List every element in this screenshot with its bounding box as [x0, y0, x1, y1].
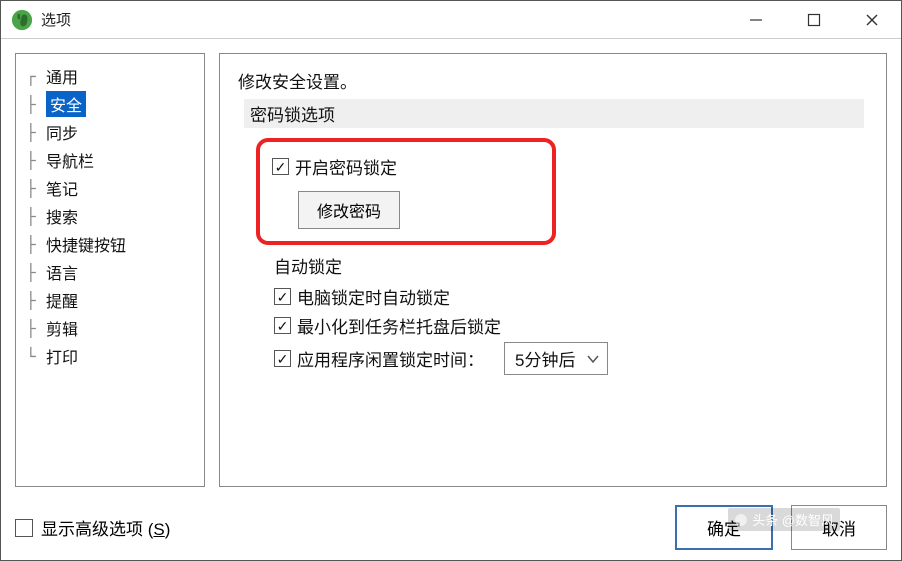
- enable-password-lock-label: 开启密码锁定: [295, 154, 397, 179]
- section-password-title: 密码锁选项: [244, 99, 864, 128]
- sidebar-item-notes[interactable]: ├笔记: [26, 174, 200, 202]
- auto-lock-heading: 自动锁定: [274, 253, 868, 278]
- close-button[interactable]: [843, 1, 901, 38]
- sidebar-item-sync[interactable]: ├同步: [26, 118, 200, 146]
- checkbox-lock-on-computer-lock[interactable]: ✓: [274, 288, 291, 305]
- maximize-button[interactable]: [785, 1, 843, 38]
- checkbox-lock-on-minimize[interactable]: ✓: [274, 317, 291, 334]
- sidebar-item-clip[interactable]: ├剪辑: [26, 314, 200, 342]
- watermark-icon: [734, 513, 748, 527]
- checkbox-idle-lock[interactable]: ✓: [274, 350, 291, 367]
- sidebar-item-nav[interactable]: ├导航栏: [26, 146, 200, 174]
- checkbox-show-advanced[interactable]: [15, 519, 33, 537]
- watermark: 头条 @数智风: [728, 508, 840, 531]
- lock-on-minimize-label: 最小化到任务栏托盘后锁定: [297, 313, 501, 338]
- change-password-button[interactable]: 修改密码: [298, 191, 400, 229]
- content-heading: 修改安全设置。: [238, 68, 868, 93]
- content-panel: 修改安全设置。 密码锁选项 ✓ 开启密码锁定 修改密码 自动锁定 ✓ 电脑锁定时…: [219, 53, 887, 487]
- sidebar-item-general[interactable]: ┌通用: [26, 62, 200, 90]
- lock-on-computer-lock-label: 电脑锁定时自动锁定: [297, 284, 450, 309]
- show-advanced-label: 显示高级选项 (S): [41, 515, 170, 540]
- sidebar-item-security[interactable]: ├安全: [26, 90, 200, 118]
- sidebar-item-shortcuts[interactable]: ├快捷键按钮: [26, 230, 200, 258]
- titlebar: 选项: [1, 1, 901, 39]
- window-title: 选项: [41, 9, 71, 30]
- sidebar-item-reminder[interactable]: ├提醒: [26, 286, 200, 314]
- sidebar-item-language[interactable]: ├语言: [26, 258, 200, 286]
- sidebar-item-search[interactable]: ├搜索: [26, 202, 200, 230]
- idle-lock-select[interactable]: 5分钟后: [504, 342, 608, 375]
- highlight-callout: ✓ 开启密码锁定 修改密码: [256, 138, 556, 245]
- minimize-button[interactable]: [727, 1, 785, 38]
- app-icon: [11, 9, 33, 31]
- idle-lock-label: 应用程序闲置锁定时间：: [297, 346, 484, 371]
- sidebar-item-print[interactable]: └打印: [26, 342, 200, 370]
- chevron-down-icon: [587, 354, 599, 364]
- idle-lock-value: 5分钟后: [515, 346, 575, 371]
- options-window: 选项 ┌通用 ├安全 ├同步 ├导航栏 ├笔记 ├搜索 ├快捷键按钮: [0, 0, 902, 561]
- sidebar: ┌通用 ├安全 ├同步 ├导航栏 ├笔记 ├搜索 ├快捷键按钮 ├语言 ├提醒 …: [15, 53, 205, 487]
- checkbox-enable-password-lock[interactable]: ✓: [272, 158, 289, 175]
